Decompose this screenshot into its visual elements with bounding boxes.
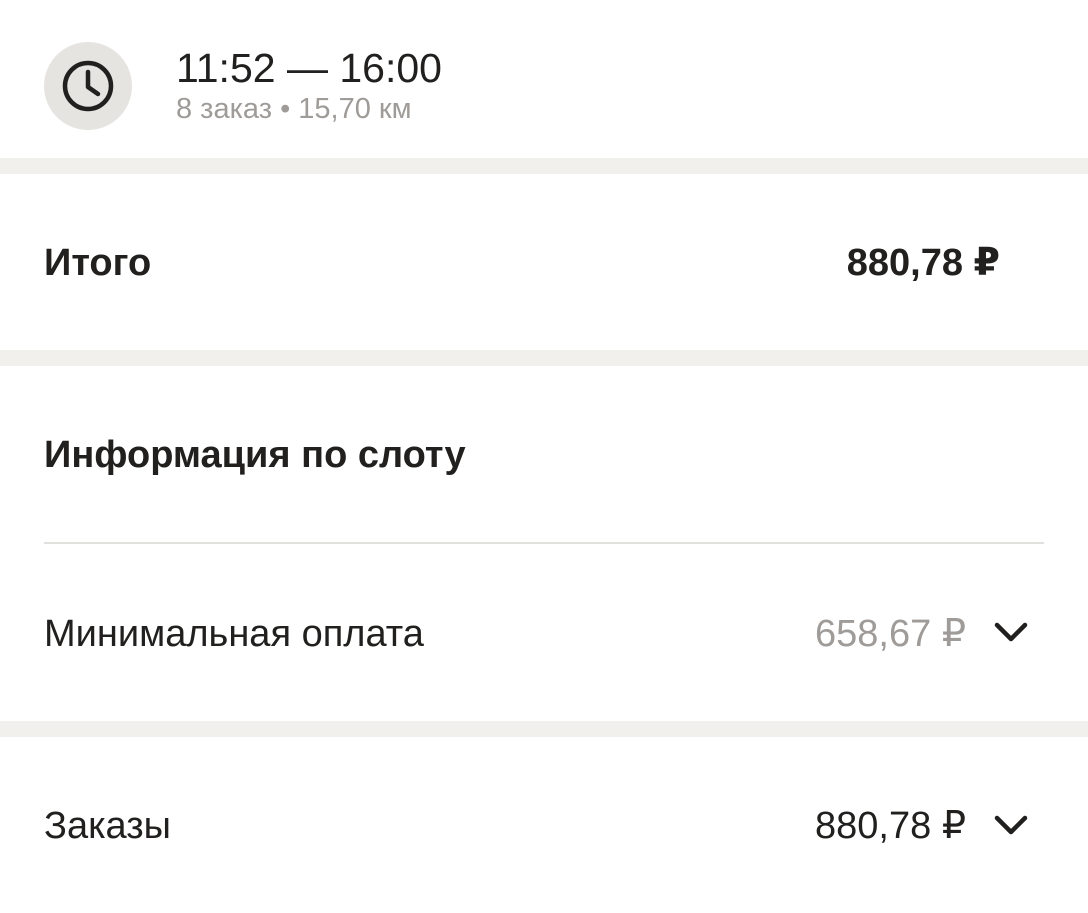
total-value: 880,78 ₽ — [846, 242, 1000, 284]
slot-info-title: Информация по слоту — [44, 434, 466, 476]
slot-header: 11:52 — 16:00 8 заказ • 15,70 км — [0, 0, 1088, 158]
slot-orders-distance: 8 заказ • 15,70 км — [176, 93, 412, 125]
divider — [44, 542, 1044, 544]
section-separator — [0, 350, 1088, 366]
slot-time-range: 11:52 — 16:00 — [176, 45, 442, 91]
chevron-down-icon[interactable] — [991, 612, 1031, 652]
orders-label: Заказы — [44, 805, 171, 847]
min-payment-value: 658,67 ₽ — [815, 613, 966, 655]
clock-icon — [44, 42, 132, 130]
min-payment-label: Минимальная оплата — [44, 613, 424, 655]
orders-value: 880,78 ₽ — [815, 805, 966, 847]
total-label: Итого — [44, 242, 152, 284]
section-separator — [0, 721, 1088, 737]
chevron-down-icon[interactable] — [991, 805, 1031, 845]
section-separator — [0, 158, 1088, 174]
slot-details-screen: 11:52 — 16:00 8 заказ • 15,70 км Итого 8… — [0, 0, 1088, 913]
